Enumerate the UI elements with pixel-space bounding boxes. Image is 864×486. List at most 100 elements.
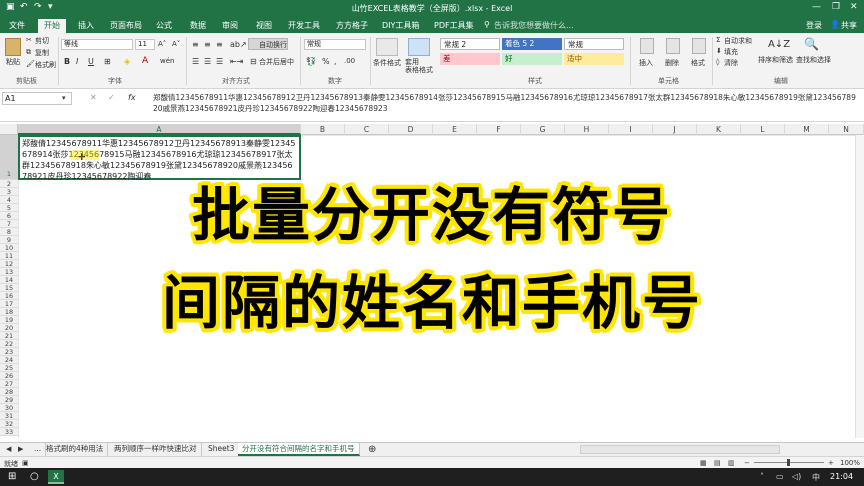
column-header[interactable]: B <box>301 124 345 135</box>
font-size-select[interactable]: 11 <box>135 39 155 50</box>
tab-diy-toolbox[interactable]: DIY工具箱 <box>382 20 419 31</box>
name-box-dropdown-icon[interactable]: ▾ <box>62 94 66 102</box>
font-color-icon[interactable]: A <box>142 56 148 66</box>
style-good[interactable]: 好 <box>502 53 562 65</box>
italic-icon[interactable]: I <box>76 57 78 66</box>
row-header[interactable]: 30 <box>0 404 18 412</box>
wen-icon[interactable]: wén <box>160 57 174 65</box>
zoom-in-icon[interactable]: + <box>828 459 834 467</box>
normal-view-icon[interactable]: ▦ <box>700 459 707 467</box>
column-header[interactable]: K <box>697 124 741 135</box>
column-header[interactable]: H <box>565 124 609 135</box>
row-header[interactable]: 25 <box>0 364 18 372</box>
bold-icon[interactable]: B <box>64 57 70 66</box>
find-select-button[interactable]: 查找和选择 <box>796 55 831 65</box>
maximize-button[interactable]: ❐ <box>832 2 840 12</box>
tab-review[interactable]: 审阅 <box>222 20 238 31</box>
column-header[interactable]: E <box>433 124 477 135</box>
column-header[interactable]: M <box>785 124 829 135</box>
tab-scroll-right-icon[interactable]: ▶ <box>18 445 23 453</box>
tab-pdf-tools[interactable]: PDF工具集 <box>434 20 474 31</box>
paste-icon[interactable] <box>5 38 21 56</box>
row-header[interactable]: 32 <box>0 420 18 428</box>
column-header-a[interactable]: A <box>18 124 301 135</box>
wrap-text-button[interactable]: 自动换行 <box>248 38 288 50</box>
volume-icon[interactable]: ◁) <box>792 472 801 481</box>
orientation-icon[interactable]: ab↗ <box>230 40 247 49</box>
row-header[interactable]: 24 <box>0 356 18 364</box>
find-select-icon[interactable]: 🔍 <box>804 37 819 51</box>
select-all-button[interactable] <box>0 124 18 135</box>
align-middle-icon[interactable]: ≡ <box>204 40 211 49</box>
vertical-scrollbar[interactable] <box>855 135 864 438</box>
excel-taskbar-icon[interactable]: X <box>48 470 64 484</box>
font-name-select[interactable]: 等线 <box>61 39 133 50</box>
column-header[interactable]: J <box>653 124 697 135</box>
currency-icon[interactable]: 💱 <box>306 57 316 66</box>
number-format-select[interactable]: 常规 <box>304 39 366 50</box>
column-header[interactable]: N <box>829 124 864 135</box>
macro-record-icon[interactable]: ▣ <box>22 459 29 467</box>
network-icon[interactable]: ▭ <box>776 472 784 481</box>
tab-insert[interactable]: 插入 <box>78 20 94 31</box>
cut-button[interactable]: 剪切 <box>35 36 49 46</box>
zoom-thumb[interactable] <box>787 459 790 466</box>
tab-scroll-left-icon[interactable]: ◀ <box>6 445 11 453</box>
ime-icon[interactable]: 中 <box>812 472 820 483</box>
share-icon[interactable]: 👤 <box>830 20 840 29</box>
add-sheet-icon[interactable]: ⊕ <box>368 444 376 455</box>
table-format-icon[interactable] <box>408 38 430 56</box>
style-accent-5-2[interactable]: 着色 5 2 <box>502 38 562 50</box>
conditional-format-icon[interactable] <box>376 38 398 56</box>
decrease-font-icon[interactable]: A˅ <box>172 40 180 48</box>
style-normal-2[interactable]: 常规 2 <box>440 38 500 50</box>
sort-filter-button[interactable]: 排序和筛选 <box>758 55 793 65</box>
sheet-tab[interactable]: Sheet3 <box>204 443 240 456</box>
horizontal-scrollbar[interactable] <box>580 445 780 454</box>
increase-font-icon[interactable]: A˄ <box>158 40 166 48</box>
comma-icon[interactable]: , <box>334 57 337 66</box>
align-top-icon[interactable]: ≡ <box>192 40 199 49</box>
style-neutral[interactable]: 适中 <box>564 53 624 65</box>
column-header[interactable]: I <box>609 124 653 135</box>
row-header[interactable]: 29 <box>0 396 18 404</box>
column-header[interactable]: C <box>345 124 389 135</box>
clear-button[interactable]: 清除 <box>724 58 738 68</box>
fill-button[interactable]: 填充 <box>724 47 738 57</box>
row-header[interactable]: 23 <box>0 348 18 356</box>
tab-developer[interactable]: 开发工具 <box>288 20 320 31</box>
search-icon[interactable]: ○ <box>30 471 39 482</box>
windows-start-icon[interactable]: ⊞ <box>8 471 16 482</box>
tell-me-search[interactable]: 告诉我您想要做什么... <box>494 20 574 31</box>
align-left-icon[interactable]: ☰ <box>192 57 199 66</box>
underline-icon[interactable]: U <box>88 57 94 66</box>
table-format-button[interactable]: 套用 表格格式 <box>405 58 435 74</box>
sheet-tab[interactable]: 格式刷的4种用法 <box>42 443 109 456</box>
row-header[interactable]: 31 <box>0 412 18 420</box>
page-layout-view-icon[interactable]: ▤ <box>714 459 721 467</box>
copy-button[interactable]: 复制 <box>35 48 49 58</box>
row-header[interactable]: 22 <box>0 340 18 348</box>
login-link[interactable]: 登录 <box>806 20 822 31</box>
row-header[interactable]: 27 <box>0 380 18 388</box>
align-bottom-icon[interactable]: ≡ <box>216 40 223 49</box>
page-break-view-icon[interactable]: ▥ <box>728 459 735 467</box>
sheet-tab-active[interactable]: 分开没有符合间隔的名字和手机号 <box>238 443 360 456</box>
column-header[interactable]: L <box>741 124 785 135</box>
zoom-level[interactable]: 100% <box>840 459 860 467</box>
conditional-format-button[interactable]: 条件格式 <box>373 58 401 68</box>
delete-cells-icon[interactable] <box>666 38 680 54</box>
format-cells-icon[interactable] <box>692 38 706 54</box>
formula-input[interactable]: 郑馥倩12345678911华惠12345678912卫丹12345678913… <box>153 92 858 114</box>
align-right-icon[interactable]: ☰ <box>216 57 223 66</box>
row-header[interactable]: 28 <box>0 388 18 396</box>
column-header[interactable]: F <box>477 124 521 135</box>
tab-page-layout[interactable]: 页面布局 <box>110 20 142 31</box>
delete-cells-button[interactable]: 删除 <box>665 58 679 68</box>
tab-data[interactable]: 数据 <box>190 20 206 31</box>
column-header[interactable]: D <box>389 124 433 135</box>
zoom-out-icon[interactable]: − <box>744 459 750 467</box>
format-cells-button[interactable]: 格式 <box>691 58 705 68</box>
cancel-icon[interactable]: ✕ <box>90 93 97 102</box>
decimal-icon[interactable]: .00 <box>344 57 355 65</box>
